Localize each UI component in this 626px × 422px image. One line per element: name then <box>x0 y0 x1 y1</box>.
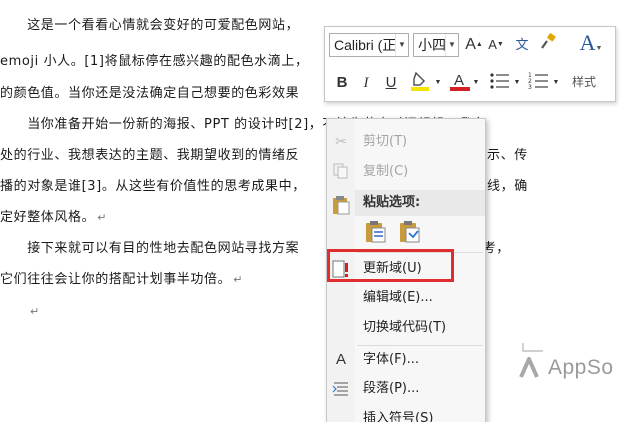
doc-line-8: 接下来就可以有目的性地去配色网站寻找方案 <box>0 241 300 256</box>
format-painter-button[interactable] <box>537 33 559 57</box>
doc-line-9: 它们往往会让你的搭配计划事半功倍。 ↵ <box>0 272 244 287</box>
doc-line-2: emoji 小人。[1]将鼠标停在感兴趣的配色水滴上， <box>0 54 309 69</box>
chevron-down-icon: ▼ <box>472 79 480 86</box>
styles-label: 样式 <box>572 75 597 89</box>
paste-text-only-icon <box>400 221 420 243</box>
underline-button[interactable]: U <box>380 71 402 95</box>
svg-text:3: 3 <box>528 84 532 91</box>
paragraph-mark: ↵ <box>97 211 108 224</box>
highlight-dropdown[interactable]: ▼ <box>433 71 443 95</box>
chevron-down-icon: ▼ <box>552 79 560 86</box>
paragraph-mark: ↵ <box>233 273 244 286</box>
toggle-field-codes-menu-item[interactable]: 切换域代码(T) <box>327 314 485 342</box>
scissors-icon: ✂ <box>335 134 347 150</box>
highlighter-icon <box>411 71 429 91</box>
pinyin-icon: 文 <box>515 37 529 52</box>
appso-logo-icon <box>519 343 543 378</box>
grow-font-button[interactable]: A▲ <box>463 33 485 57</box>
styles-button[interactable]: A▼ <box>573 31 609 61</box>
font-name-combo[interactable]: Calibri (正 ▼ <box>329 33 409 57</box>
doc-line-6-end: 线，确 <box>487 179 528 194</box>
chevron-down-icon: ▼ <box>434 79 442 86</box>
caret-down-icon: ▼ <box>496 41 504 48</box>
phonetic-guide-button[interactable]: 文 <box>511 33 533 57</box>
font-color-icon: A <box>450 72 470 91</box>
bullet-list-icon <box>490 73 509 89</box>
doc-line-1: 这是一个看看心情就会变好的可爱配色网站， <box>0 18 300 33</box>
format-painter-icon <box>541 33 556 49</box>
cut-menu-item[interactable]: ✂ 剪切(T) <box>327 128 485 156</box>
paragraph-menu-item[interactable]: 段落(P)... <box>327 375 485 403</box>
numbering-dropdown[interactable]: ▼ <box>551 71 561 95</box>
font-name-value: Calibri (正 <box>334 37 397 53</box>
svg-text:A: A <box>454 72 464 89</box>
mini-toolbar: Calibri (正 ▼ 小四 ▼ A▲ A▼ 文 A▼ 样式 B I U ▼ … <box>324 26 616 102</box>
doc-line-5-end: 示、传 <box>487 148 528 163</box>
paste-keep-formatting-icon <box>366 221 386 243</box>
doc-line-4: 当你准备开始一份新的海报、PPT 的设计时[2]，不妨先花点时间想想：我身 <box>0 117 486 132</box>
styles-icon: A <box>579 30 596 55</box>
copy-menu-item[interactable]: 复制(C) <box>327 158 485 186</box>
caret-up-icon: ▲ <box>475 41 483 48</box>
bullets-button[interactable] <box>487 71 513 95</box>
highlight-button[interactable] <box>407 71 435 95</box>
copy-icon <box>332 163 350 181</box>
font-icon: A <box>335 351 346 368</box>
chevron-down-icon[interactable]: ▼ <box>445 34 458 56</box>
doc-line-3: 的颜色值。当你还是没法确定自己想要的色彩效果 <box>0 86 300 101</box>
paste-text-only-button[interactable] <box>397 219 423 245</box>
clipboard-icon <box>332 195 350 215</box>
font-color-dropdown[interactable]: ▼ <box>471 71 481 95</box>
bold-button[interactable]: B <box>331 71 353 95</box>
font-color-button[interactable]: A <box>447 71 473 95</box>
chevron-down-icon[interactable]: ▼ <box>395 34 408 56</box>
paragraph-mark: ↵ <box>30 305 40 318</box>
chevron-down-icon: ▼ <box>595 45 603 52</box>
numbering-button[interactable]: 1 2 3 <box>526 71 552 95</box>
paste-keep-formatting-button[interactable] <box>363 219 389 245</box>
watermark-text: AppSo <box>548 356 614 379</box>
doc-line-7: 定好整体风格。 ↵ <box>0 210 108 225</box>
numbered-list-icon: 1 2 3 <box>528 72 548 91</box>
paragraph-icon <box>332 380 350 398</box>
update-field-highlight <box>327 249 454 282</box>
edit-field-menu-item[interactable]: 编辑域(E)... <box>327 284 485 312</box>
font-size-value: 小四 <box>418 37 446 53</box>
shrink-font-button[interactable]: A▼ <box>485 33 507 57</box>
doc-line-6: 播的对象是谁[3]。从这些有价值性的思考成果中， <box>0 179 306 194</box>
bullets-dropdown[interactable]: ▼ <box>512 71 522 95</box>
chevron-down-icon: ▼ <box>513 79 521 86</box>
insert-symbol-menu-item[interactable]: 插入符号(S) <box>327 405 485 422</box>
paste-options-heading: 粘贴选项: <box>355 190 485 216</box>
font-menu-item[interactable]: A 字体(F)... <box>327 346 485 374</box>
doc-line-5: 处的行业、我想表达的主题、我期望收到的情绪反 <box>0 148 300 163</box>
font-size-combo[interactable]: 小四 ▼ <box>413 33 459 57</box>
italic-button[interactable]: I <box>355 71 377 95</box>
doc-line-10: ↵ <box>28 300 40 324</box>
